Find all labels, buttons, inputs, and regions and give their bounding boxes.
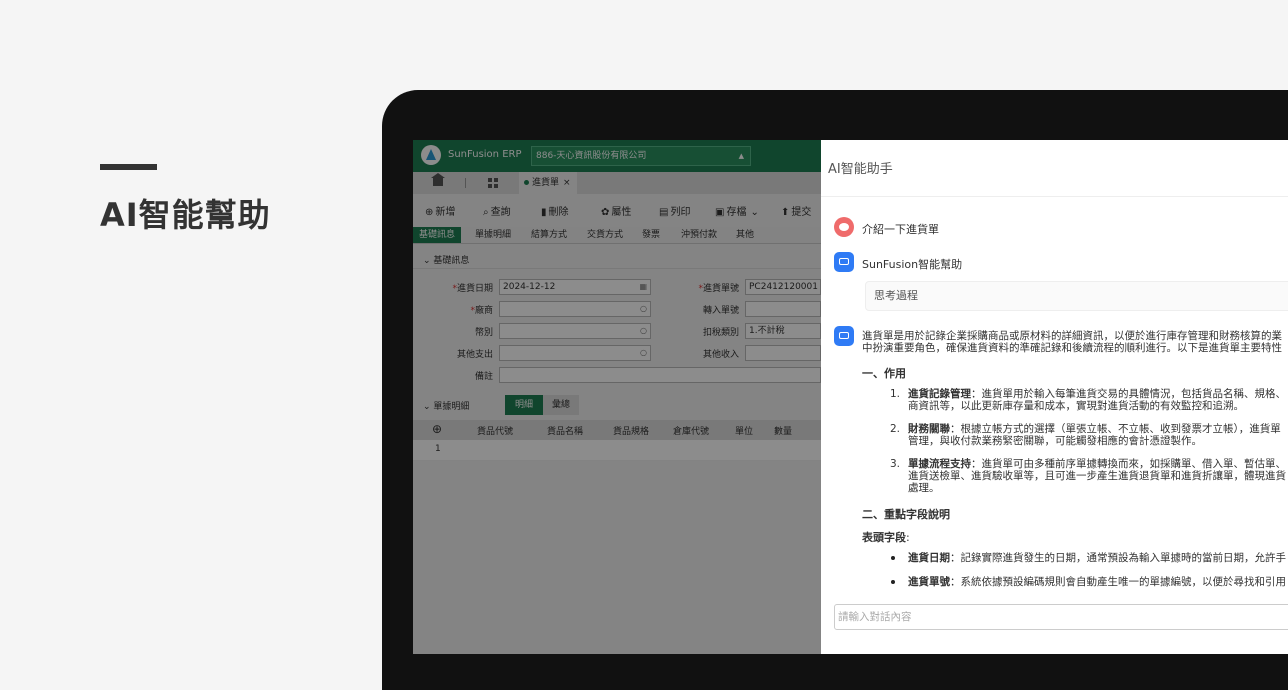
bot-avatar-icon [834, 252, 854, 272]
item-title: 單據流程支持 [908, 458, 971, 470]
bullet-text: ：系統依據預設編碼規則會自動產生唯一的單據編號，以便於尋找和引用 [950, 576, 1286, 588]
divider [821, 196, 1288, 197]
bullet-icon [891, 556, 895, 560]
field-bullet: 進貨日期：記錄實際進貨發生的日期，通常預設為輸入單據時的當前日期，允許手 [908, 552, 1286, 564]
thinking-process-toggle[interactable]: 思考過程 [865, 281, 1288, 311]
section-heading: 一、作用 [862, 367, 906, 380]
user-avatar-icon [834, 217, 854, 237]
chat-input-box[interactable] [834, 604, 1288, 630]
item-text: ：進貨單可由多種前序單據轉換而來，如採購單、借入單、暫估單、 [971, 458, 1286, 470]
erp-window: SunFusion ERP 886-天心資訊股份有限公司 ▲ 進貨單 × ⊕ 新增 … [413, 140, 821, 654]
hero-title: AI智能幫助 [100, 196, 271, 234]
item-text: ：進貨單用於輸入每筆進貨交易的具體情況，包括貨品名稱、規格、 [971, 388, 1286, 400]
item-title: 財務關聯 [908, 423, 950, 435]
subsection-label: 表頭字段 [862, 531, 906, 544]
list-number: 3. [890, 458, 901, 470]
list-number: 1. [890, 388, 901, 400]
subsection-heading: 表頭字段: [862, 529, 910, 545]
answer-text: 進貨單是用於記錄企業採購商品或原材料的詳細資訊，以便於進行庫存管理和財務核算的業 [862, 330, 1282, 342]
laptop-screen: SunFusion ERP 886-天心資訊股份有限公司 ▲ 進貨單 × ⊕ 新增 … [413, 140, 1288, 654]
item-text: ：根據立帳方式的選擇（單張立帳、不立帳、收到發票才立帳），進貨單 [950, 423, 1281, 435]
bullet-icon [891, 580, 895, 584]
colon: : [906, 531, 910, 544]
ai-panel-title: AI智能助手 [828, 162, 893, 177]
chat-input[interactable] [838, 606, 1288, 628]
item-text: 管理，與收付款業務緊密關聯，可能觸發相應的會計憑證製作。 [908, 435, 1202, 447]
bullet-title: 進貨單號 [908, 576, 950, 588]
list-item: 單據流程支持：進貨單可由多種前序單據轉換而來，如採購單、借入單、暫估單、 進貨送… [908, 458, 1286, 494]
item-text: 商資訊等，以此更新庫存量和成本，實現對進貨活動的有效監控和追溯。 [908, 400, 1244, 412]
bot-name: SunFusion智能幫助 [862, 258, 963, 271]
bullet-title: 進貨日期 [908, 552, 950, 564]
section-heading: 二、重點字段說明 [862, 508, 950, 521]
field-bullet: 進貨單號：系統依據預設編碼規則會自動產生唯一的單據編號，以便於尋找和引用 [908, 576, 1286, 588]
list-number: 2. [890, 423, 901, 435]
answer-intro: 進貨單是用於記錄企業採購商品或原材料的詳細資訊，以便於進行庫存管理和財務核算的業… [862, 330, 1282, 354]
answer-text: 中扮演重要角色，確保進貨資料的準確記錄和後續流程的順利進行。以下是進貨單主要特性 [862, 342, 1282, 354]
ai-assistant-panel: AI智能助手 介紹一下進貨單 SunFusion智能幫助 思考過程 進貨單是用於… [821, 140, 1288, 654]
accent-bar [100, 164, 157, 170]
bullet-text: ：記錄實際進貨發生的日期，通常預設為輸入單據時的當前日期，允許手 [950, 552, 1286, 564]
item-text: 處理。 [908, 482, 940, 494]
list-item: 進貨記錄管理：進貨單用於輸入每筆進貨交易的具體情況，包括貨品名稱、規格、 商資訊… [908, 388, 1286, 412]
item-title: 進貨記錄管理 [908, 388, 971, 400]
item-text: 進貨送檢單、進貨驗收單等，且可進一步產生進貨退貨單和進貨折讓單，體現進貨 [908, 470, 1286, 482]
bot-avatar-icon [834, 326, 854, 346]
list-item: 財務關聯：根據立帳方式的選擇（單張立帳、不立帳、收到發票才立帳），進貨單 管理，… [908, 423, 1281, 447]
user-message: 介紹一下進貨單 [862, 223, 939, 236]
modal-overlay[interactable] [413, 140, 821, 654]
